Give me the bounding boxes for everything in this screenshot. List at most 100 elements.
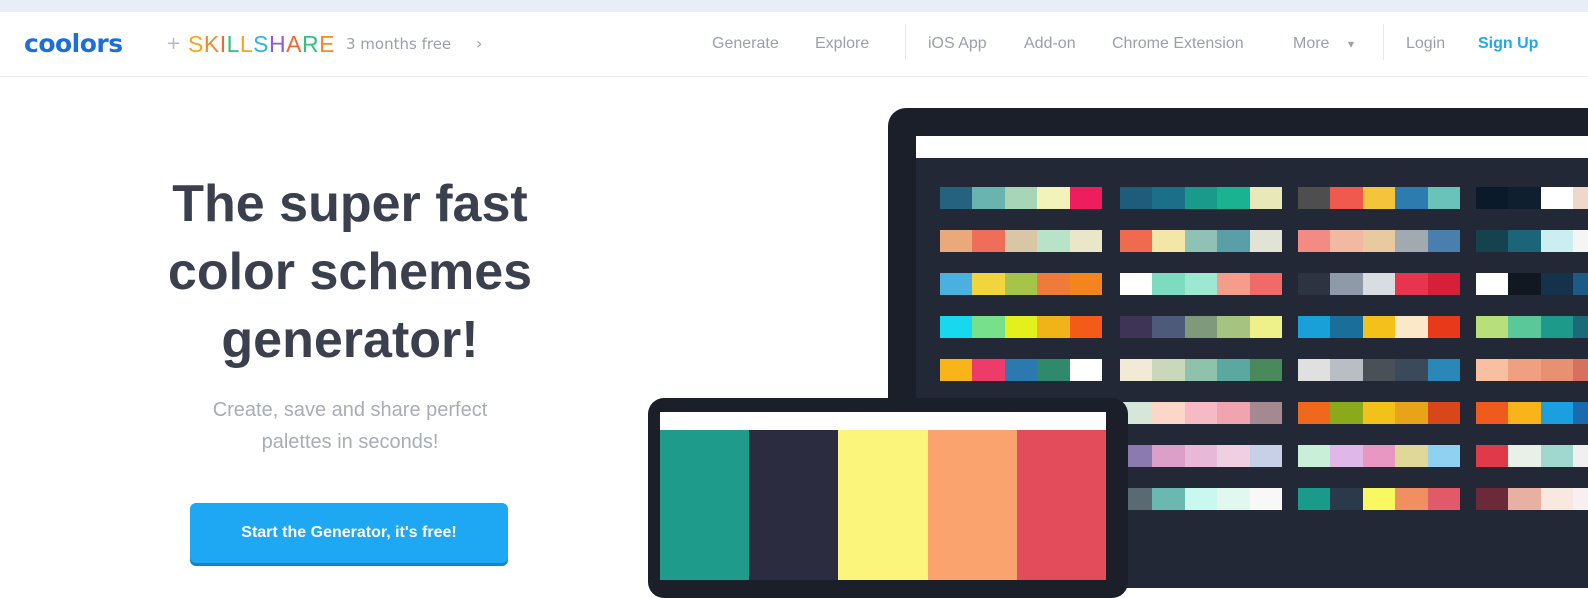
color-swatch (972, 273, 1005, 295)
color-swatch (940, 187, 973, 209)
palette-swatch-row (940, 230, 1102, 252)
hero-subtitle-line: Create, save and share perfect (212, 399, 488, 421)
palette-swatch-row (940, 187, 1102, 209)
color-swatch (1184, 187, 1218, 209)
color-swatch (1004, 359, 1038, 381)
color-swatch (1184, 402, 1218, 424)
promo-text[interactable]: 3 months free (346, 12, 451, 76)
top-navbar: coolors + SKILLSHARE 3 months free › Gen… (0, 12, 1588, 77)
palette-swatch-row (1476, 488, 1588, 510)
color-swatch (1037, 316, 1070, 338)
palette-swatch-row (940, 359, 1102, 381)
color-swatch (1069, 273, 1102, 295)
color-swatch (1217, 359, 1250, 381)
color-swatch (1069, 230, 1102, 252)
palette-swatch-row (1476, 359, 1588, 381)
color-swatch (1540, 488, 1574, 510)
skillshare-letter: S (253, 31, 270, 57)
color-swatch (927, 430, 1017, 580)
color-swatch (1573, 273, 1588, 295)
color-swatch (1120, 230, 1153, 252)
color-swatch (1330, 488, 1363, 510)
palette-swatch-row (1298, 488, 1460, 510)
color-swatch (1037, 273, 1070, 295)
color-swatch (1362, 230, 1396, 252)
color-swatch (1298, 230, 1331, 252)
color-swatch (1362, 402, 1396, 424)
color-swatch (1427, 273, 1460, 295)
palette-swatch-row (1120, 273, 1282, 295)
color-swatch (1152, 273, 1185, 295)
color-swatch (1217, 273, 1250, 295)
color-swatch (1395, 230, 1428, 252)
color-swatch (1395, 445, 1428, 467)
color-swatch (1037, 359, 1070, 381)
color-swatch (1427, 316, 1460, 338)
color-swatch (838, 430, 928, 580)
color-swatch (1395, 316, 1428, 338)
color-swatch (1330, 402, 1363, 424)
monitor-screen-header (916, 136, 1588, 158)
color-swatch (1016, 430, 1107, 580)
skillshare-letter: I (219, 31, 227, 57)
color-swatch (1476, 402, 1509, 424)
color-swatch (1427, 402, 1460, 424)
color-swatch (1476, 445, 1509, 467)
nav-link-ios-app[interactable]: iOS App (928, 12, 987, 76)
color-swatch (1152, 402, 1185, 424)
color-swatch (1120, 359, 1153, 381)
color-swatch (1573, 488, 1588, 510)
color-swatch (1217, 488, 1250, 510)
color-swatch (1069, 187, 1102, 209)
skillshare-letter: S (188, 31, 204, 57)
color-swatch (1540, 230, 1574, 252)
nav-link-explore[interactable]: Explore (815, 12, 869, 76)
color-swatch (1152, 488, 1185, 510)
color-swatch (1217, 445, 1250, 467)
plus-sign: + (166, 33, 182, 54)
color-swatch (1573, 316, 1588, 338)
hero-title-line: The super fast (172, 175, 528, 233)
color-swatch (1508, 230, 1541, 252)
color-swatch (1184, 445, 1218, 467)
login-link[interactable]: Login (1406, 12, 1445, 76)
color-swatch (1427, 359, 1460, 381)
color-swatch (1476, 488, 1509, 510)
color-swatch (1249, 316, 1282, 338)
nav-link-more[interactable]: More (1293, 12, 1329, 76)
skillshare-logo[interactable]: SKILLSHARE (188, 12, 335, 76)
coolors-logo[interactable]: coolors (24, 12, 123, 76)
color-swatch (1362, 359, 1396, 381)
hero-subtitle-line: palettes in seconds! (261, 431, 439, 453)
laptop-palette (660, 430, 1107, 580)
color-swatch (1476, 359, 1509, 381)
color-swatch (1249, 273, 1282, 295)
palette-swatch-row (1120, 187, 1282, 209)
color-swatch (1395, 402, 1428, 424)
color-swatch (1540, 187, 1574, 209)
color-swatch (1152, 359, 1185, 381)
nav-link-addon[interactable]: Add-on (1024, 12, 1076, 76)
nav-divider (905, 24, 906, 60)
color-swatch (1362, 316, 1396, 338)
color-swatch (1249, 187, 1282, 209)
color-swatch (1184, 316, 1218, 338)
palette-swatch-row (1298, 187, 1460, 209)
color-swatch (1004, 230, 1038, 252)
color-swatch (1573, 445, 1588, 467)
color-swatch (1508, 273, 1541, 295)
color-swatch (1508, 359, 1541, 381)
color-swatch (1298, 187, 1331, 209)
color-swatch (1427, 445, 1460, 467)
nav-link-generate[interactable]: Generate (712, 12, 779, 76)
nav-link-chrome-extension[interactable]: Chrome Extension (1112, 12, 1244, 76)
hero-title-line: color schemes (167, 243, 533, 301)
start-generator-button[interactable]: Start the Generator, it's free! (190, 503, 508, 563)
signup-link[interactable]: Sign Up (1478, 12, 1538, 76)
color-swatch (972, 230, 1005, 252)
chevron-right-icon[interactable]: › (476, 12, 482, 76)
color-swatch (1330, 187, 1363, 209)
chevron-down-icon[interactable]: ▾ (1348, 12, 1354, 76)
color-swatch (1508, 402, 1541, 424)
palette-swatch-row (1476, 230, 1588, 252)
